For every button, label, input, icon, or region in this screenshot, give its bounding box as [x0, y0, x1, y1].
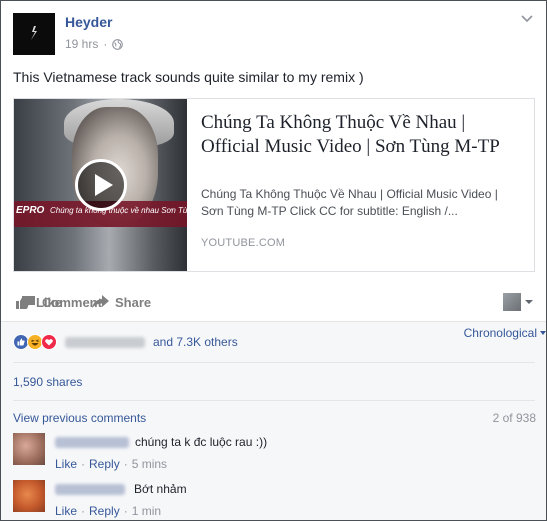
divider — [13, 400, 535, 401]
post-time[interactable]: 19 hrs — [65, 37, 98, 51]
caret-down-icon — [540, 331, 546, 335]
caret-down-icon — [525, 300, 533, 304]
commenter-name-redacted[interactable] — [55, 437, 129, 448]
commenter-avatar[interactable] — [13, 480, 45, 512]
video-thumbnail[interactable]: EPRO Chúng ta không thuộc về nhau Sơn Tù… — [14, 99, 187, 271]
shares-count[interactable]: 1,590 shares — [13, 375, 82, 389]
comment-button[interactable]: Comment — [21, 280, 543, 324]
meta-separator: · — [123, 457, 128, 471]
divider — [13, 362, 535, 363]
post-meta: 19 hrs · — [65, 37, 124, 51]
post-text: This Vietnamese track sounds quite simil… — [13, 69, 364, 85]
commenter-avatar[interactable] — [13, 433, 45, 465]
commenter-name-redacted[interactable] — [55, 484, 125, 495]
comment-reply-link[interactable]: Reply — [89, 504, 120, 518]
post-as-selector[interactable] — [503, 293, 533, 311]
globe-icon[interactable] — [112, 38, 124, 50]
chevron-down-icon[interactable] — [521, 15, 533, 23]
preview-description: Chúng Ta Không Thuộc Về Nhau | Official … — [201, 187, 498, 218]
meta-separator: · — [123, 504, 128, 518]
comment-text: Bớt nhảm — [134, 482, 187, 496]
comment-item: Bớt nhảm Like · Reply · 1 min — [13, 480, 535, 520]
meta-separator: · — [81, 457, 86, 471]
view-previous-comments[interactable]: View previous comments — [13, 411, 146, 425]
comment-like-link[interactable]: Like — [55, 504, 77, 518]
comment-reply-link[interactable]: Reply — [89, 457, 120, 471]
comment-label: Comment — [42, 294, 102, 310]
post-card: Heyder 19 hrs · This Vietnamese track so… — [0, 0, 547, 521]
reactions-row: and 7.3K others — [13, 331, 535, 353]
sort-label: Chronological — [463, 326, 537, 340]
sort-dropdown[interactable]: Chronological — [464, 326, 546, 340]
feedback-area: and 7.3K others Chronological 1,590 shar… — [1, 321, 546, 520]
post-header: Heyder 19 hrs · — [13, 13, 533, 55]
play-icon[interactable] — [75, 159, 127, 211]
action-bar: Like Comment Share — [13, 285, 535, 319]
comment-text: chúng ta k đc luộc rau :)) — [135, 435, 268, 449]
link-preview[interactable]: EPRO Chúng ta không thuộc về nhau Sơn Tù… — [13, 98, 535, 272]
comment-item: chúng ta k đc luộc rau :)) Like · Reply … — [13, 433, 535, 477]
comment-time[interactable]: 1 min — [132, 504, 161, 518]
thumbnail-brand: EPRO — [16, 205, 45, 216]
avatar-logo-icon — [31, 26, 37, 40]
meta-separator: · — [103, 37, 108, 51]
author-avatar[interactable] — [13, 13, 55, 55]
love-reaction-icon[interactable] — [41, 334, 57, 350]
comment-icon — [22, 296, 35, 308]
reactor-name-redacted[interactable] — [65, 336, 145, 348]
preview-title[interactable]: Chúng Ta Không Thuộc Về Nhau | Official … — [201, 111, 521, 159]
author-name[interactable]: Heyder — [65, 14, 112, 30]
comments-count: 2 of 938 — [492, 411, 536, 425]
reactions-others[interactable]: and 7.3K others — [153, 335, 238, 349]
meta-separator: · — [81, 504, 86, 518]
selector-avatar — [503, 293, 521, 311]
comment-meta: Like · Reply · 1 min — [55, 504, 161, 518]
preview-domain: YOUTUBE.COM — [201, 237, 286, 249]
thumbnail-caption: Chúng ta không thuộc về nhau Sơn Tùng — [50, 206, 187, 215]
comment-meta: Like · Reply · 5 mins — [55, 457, 167, 471]
comment-like-link[interactable]: Like — [55, 457, 77, 471]
comment-time[interactable]: 5 mins — [132, 457, 167, 471]
